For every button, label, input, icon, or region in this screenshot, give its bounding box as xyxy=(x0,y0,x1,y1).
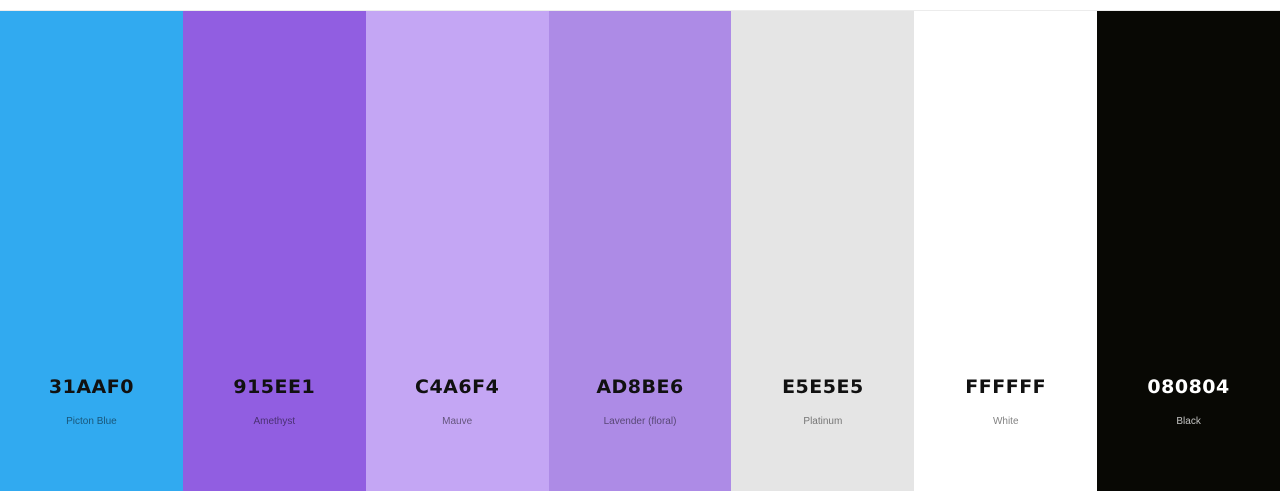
swatch-platinum[interactable]: E5E5E5 Platinum xyxy=(731,11,915,491)
color-name: Black xyxy=(1176,416,1201,427)
top-bar xyxy=(0,0,1280,11)
swatch-picton-blue[interactable]: 31AAF0 Picton Blue xyxy=(0,11,183,491)
color-name: Mauve xyxy=(442,416,473,427)
color-name: Amethyst xyxy=(253,416,296,427)
color-name: Platinum xyxy=(803,416,843,427)
color-palette: 31AAF0 Picton Blue 915EE1 Amethyst C4A6F… xyxy=(0,11,1280,491)
swatch-amethyst[interactable]: 915EE1 Amethyst xyxy=(182,11,366,491)
swatch-mauve[interactable]: C4A6F4 Mauve xyxy=(365,11,549,491)
hex-code[interactable]: 080804 xyxy=(1097,375,1280,399)
color-name: White xyxy=(992,416,1019,427)
hex-code[interactable]: FFFFFF xyxy=(914,375,1097,399)
hex-code[interactable]: C4A6F4 xyxy=(366,375,549,399)
swatch-black[interactable]: 080804 Black xyxy=(1097,11,1280,491)
swatch-lavender-floral[interactable]: AD8BE6 Lavender (floral) xyxy=(548,11,732,491)
hex-code[interactable]: 31AAF0 xyxy=(0,375,183,399)
hex-code[interactable]: 915EE1 xyxy=(183,375,366,399)
hex-code[interactable]: AD8BE6 xyxy=(549,375,732,399)
hex-code[interactable]: E5E5E5 xyxy=(731,375,914,399)
swatch-white[interactable]: FFFFFF White xyxy=(914,11,1098,491)
color-name: Picton Blue xyxy=(66,416,117,427)
color-name: Lavender (floral) xyxy=(603,416,677,427)
